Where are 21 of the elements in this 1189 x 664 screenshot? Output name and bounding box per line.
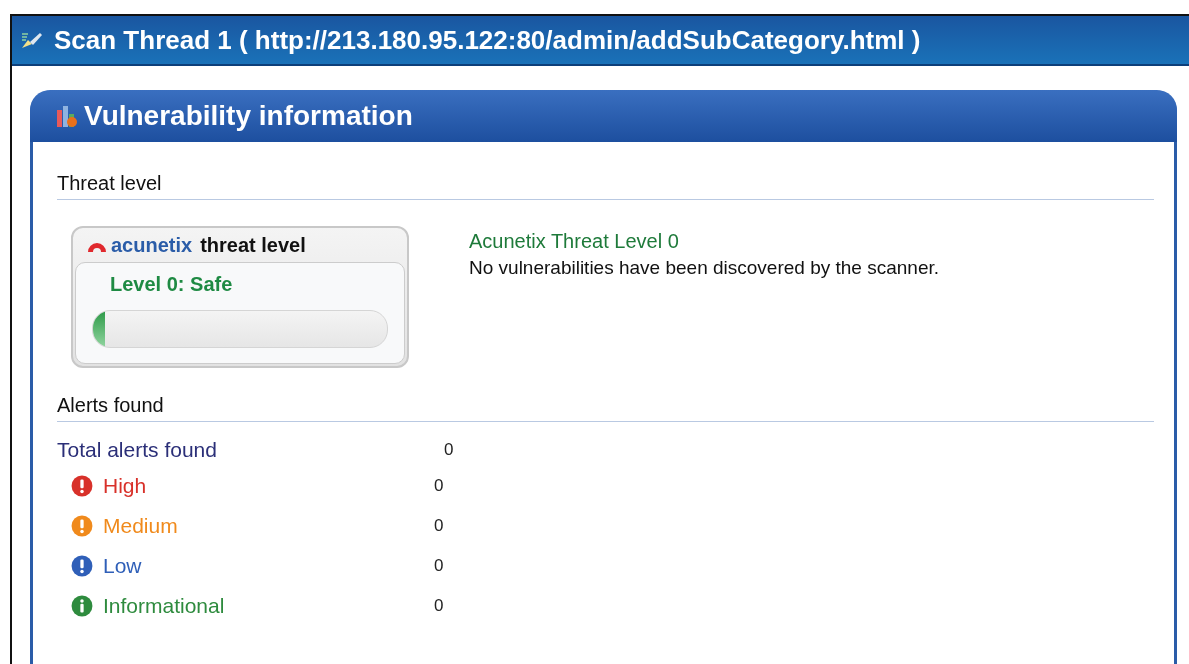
alert-count: 0 [434,596,444,616]
threat-description: No vulnerabilities have been discovered by the scanner. [469,257,939,279]
total-alerts-label: Total alerts found [57,438,218,462]
alert-count: 0 [444,440,454,460]
brand-name: acunetix [111,233,193,257]
section-heading: Alerts found [57,394,1154,422]
gauge-title: threat level [200,233,306,257]
alert-severity-label: Informational [103,594,226,618]
window-title: Scan Thread 1 ( http://213.180.95.122:80/admin/addSubCategory.html ) [54,24,921,56]
alert-count: 0 [434,476,444,496]
section-heading: Threat level [57,172,1154,200]
threat-status: Level 0: Safe [110,273,234,296]
alert-count: 0 [434,516,444,536]
threat-level-title: Acunetix Threat Level 0 [469,230,680,253]
brush-icon [20,30,44,50]
alert-severity-label: Low [103,554,143,578]
alert-severity-label: Medium [103,514,179,538]
alert-count: 0 [434,556,444,576]
bar-chart-icon [56,104,78,128]
panel-title: Vulnerability information [84,100,413,132]
alert-severity-label: High [103,474,148,498]
